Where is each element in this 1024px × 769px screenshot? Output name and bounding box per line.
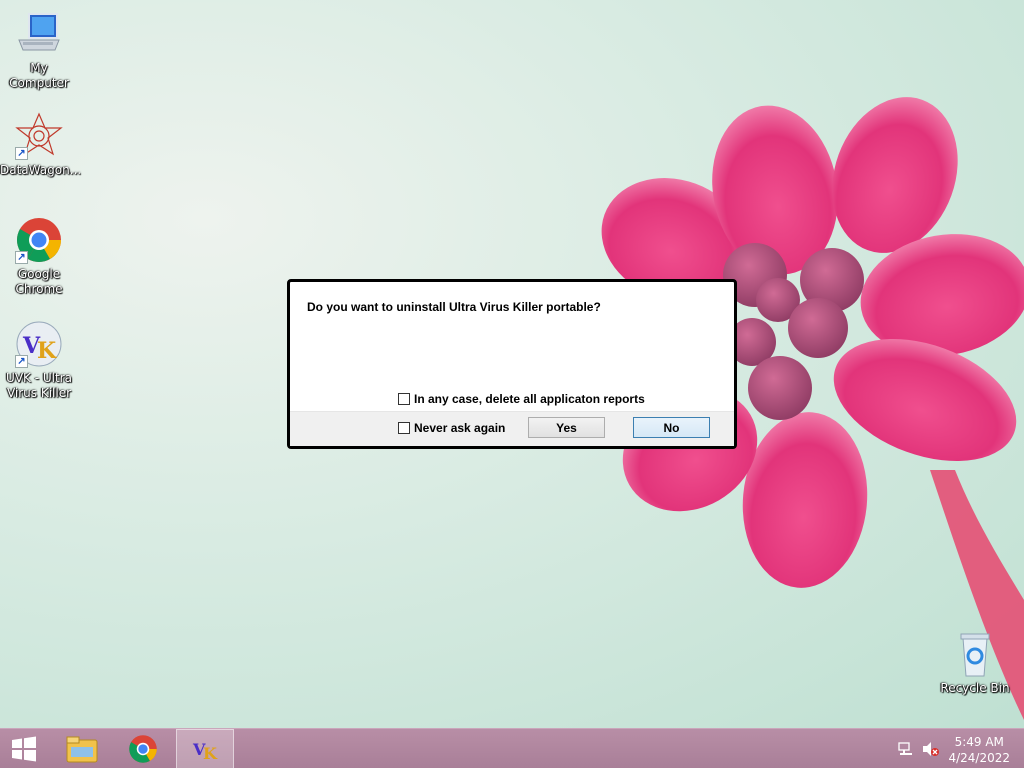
delete-reports-label: In any case, delete all applicaton repor… [414, 392, 645, 406]
shortcut-arrow-icon: ↗ [15, 355, 28, 368]
shortcut-arrow-icon: ↗ [15, 147, 28, 160]
taskbar: V K 5:49 AM 4/24/2022 [0, 728, 1024, 769]
recycle-bin-icon [951, 630, 999, 678]
uninstall-dialog: Do you want to uninstall Ultra Virus Kil… [287, 279, 737, 449]
dialog-footer: Never ask again Yes No [290, 411, 734, 446]
svg-text:K: K [203, 744, 218, 763]
never-ask-label: Never ask again [414, 421, 506, 435]
desktop-icon-label: UVK - Ultra Virus Killer [6, 371, 72, 400]
clock-date: 4/24/2022 [948, 751, 1010, 765]
never-ask-checkbox[interactable] [398, 422, 410, 434]
dialog-question: Do you want to uninstall Ultra Virus Kil… [307, 300, 601, 314]
network-icon[interactable] [898, 741, 914, 762]
svg-text:K: K [37, 338, 57, 364]
desktop-icon-recycle-bin[interactable]: Recycle Bin [936, 630, 1014, 696]
desktop-icon-uvk[interactable]: V K ↗ UVK - Ultra Virus Killer [0, 320, 78, 401]
uvk-icon: V K ↗ [15, 320, 63, 368]
taskbar-uvk[interactable]: V K [176, 729, 234, 769]
desktop-icon-label: DataWagon... [0, 163, 82, 177]
desktop-icon-label: My Computer [9, 61, 69, 90]
desktop-icon-datawagon[interactable]: ↗ DataWagon... [0, 112, 82, 178]
taskbar-file-explorer[interactable] [54, 729, 110, 769]
never-ask-option[interactable]: Never ask again [398, 421, 505, 435]
desktop: My Computer ↗ DataWagon... ↗ Google Chro… [0, 0, 1024, 728]
clock-time: 5:49 AM [954, 735, 1004, 749]
desktop-icon-my-computer[interactable]: My Computer [0, 10, 78, 91]
yes-button[interactable]: Yes [528, 417, 605, 438]
delete-reports-checkbox[interactable] [398, 393, 410, 405]
delete-reports-option[interactable]: In any case, delete all applicaton repor… [398, 392, 645, 406]
system-clock[interactable]: 5:49 AM 4/24/2022 [948, 734, 1010, 766]
file-explorer-icon [66, 736, 98, 763]
shortcut-arrow-icon: ↗ [15, 251, 28, 264]
desktop-icon-label: Google Chrome [15, 267, 63, 296]
start-icon [12, 736, 36, 762]
volume-muted-icon[interactable] [922, 741, 940, 762]
computer-icon [15, 10, 63, 58]
chrome-icon: ↗ [15, 216, 63, 264]
taskbar-chrome[interactable] [115, 729, 171, 769]
desktop-icon-label: Recycle Bin [940, 681, 1010, 695]
uvk-icon: V K [192, 740, 218, 763]
no-button[interactable]: No [633, 417, 710, 438]
desktop-icon-google-chrome[interactable]: ↗ Google Chrome [0, 216, 78, 297]
chrome-icon [129, 735, 157, 763]
datawagon-icon: ↗ [15, 112, 63, 160]
start-button[interactable] [0, 729, 48, 769]
